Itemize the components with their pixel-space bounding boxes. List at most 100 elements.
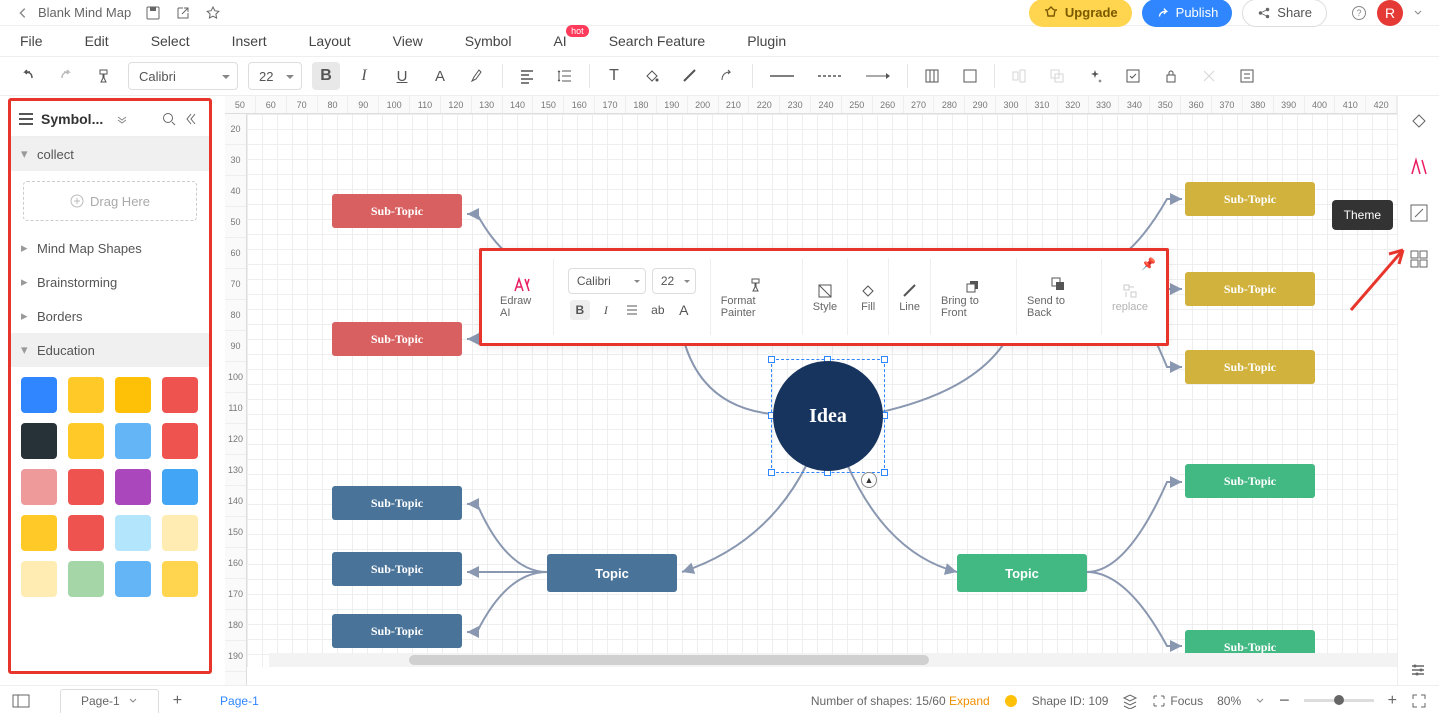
section-mindmap[interactable]: ▸Mind Map Shapes [11,231,209,265]
symbol-item[interactable] [68,423,104,459]
highlight-button[interactable] [464,62,492,90]
ctx-style[interactable]: Style [803,259,848,335]
back-icon[interactable] [16,6,30,20]
subtopic-node[interactable]: Sub-Topic [332,552,462,586]
text-button[interactable]: T [600,62,628,90]
canvas[interactable]: Sub-Topic Sub-Topic Sub-Topic Sub-Topic … [247,114,1397,667]
publish-button[interactable]: Publish [1142,0,1233,27]
menu-file[interactable]: File [20,33,43,49]
menu-ai[interactable]: AIhot [553,33,566,49]
share-button[interactable]: Share [1242,0,1327,27]
settings-icon[interactable] [1409,661,1427,679]
menu-plugin[interactable]: Plugin [747,33,786,49]
symbol-item[interactable] [21,515,57,551]
edit-panel-icon[interactable] [1408,202,1430,224]
effects-button[interactable] [1081,62,1109,90]
arrow-style-button[interactable] [859,62,897,90]
page-setup-button[interactable] [918,62,946,90]
ctx-fill[interactable]: Fill [848,259,889,335]
symbol-item[interactable] [21,469,57,505]
theme-panel-icon[interactable] [1408,248,1430,270]
section-education[interactable]: ▾Education [11,333,209,367]
topic-node[interactable]: Topic [957,554,1087,592]
subtopic-node[interactable]: Sub-Topic [1185,350,1315,384]
ctx-font-select[interactable]: Calibri [568,268,646,294]
symbol-item[interactable] [68,561,104,597]
ai-panel-icon[interactable] [1408,156,1430,178]
star-icon[interactable] [205,5,221,21]
symbol-item[interactable] [162,423,198,459]
outline-icon[interactable] [12,694,30,708]
ctx-align-button[interactable] [622,300,642,320]
open-external-icon[interactable] [175,5,191,21]
save-icon[interactable] [145,5,161,21]
focus-button[interactable]: Focus [1152,694,1203,708]
avatar-menu-icon[interactable] [1413,8,1423,18]
symbol-item[interactable] [115,515,151,551]
ctx-edraw-ai[interactable]: Edraw AI [490,259,554,335]
topic-node[interactable]: Topic [547,554,677,592]
search-icon[interactable] [161,111,177,127]
subtopic-node[interactable]: Sub-Topic [332,322,462,356]
canvas-h-scrollbar[interactable] [269,653,1397,667]
tools-button[interactable] [1195,62,1223,90]
fullscreen-icon[interactable] [1411,693,1427,709]
layers-icon[interactable] [1122,693,1138,709]
section-collect[interactable]: ▾collect [11,137,209,171]
align-objects-button[interactable] [1005,62,1033,90]
group-button[interactable] [1043,62,1071,90]
subtopic-node[interactable]: Sub-Topic [332,614,462,648]
subtopic-node[interactable]: Sub-Topic [332,486,462,520]
symbol-item[interactable] [162,561,198,597]
section-brainstorming[interactable]: ▸Brainstorming [11,265,209,299]
font-size-select[interactable]: 22 [248,62,302,90]
fill-button[interactable] [638,62,666,90]
zoom-level[interactable]: 80% [1217,694,1241,708]
font-select[interactable]: Calibri [128,62,238,90]
page-tab[interactable]: Page-1 [60,689,159,713]
symbol-item[interactable] [21,377,57,413]
redo-button[interactable] [52,62,80,90]
align-left-button[interactable] [513,62,541,90]
connector-button[interactable] [714,62,742,90]
menu-icon[interactable] [19,113,33,125]
help-icon[interactable]: ? [1351,5,1367,21]
ctx-italic-button[interactable]: I [596,300,616,320]
ctx-send-back[interactable]: Send to Back [1017,259,1102,335]
check-button[interactable] [1119,62,1147,90]
warn-icon[interactable] [1004,694,1018,708]
ctx-replace[interactable]: replace [1102,259,1158,335]
menu-layout[interactable]: Layout [309,33,351,49]
upgrade-button[interactable]: Upgrade [1029,0,1132,27]
subtopic-node[interactable]: Sub-Topic [1185,464,1315,498]
chevron-down-icon[interactable] [115,112,129,126]
zoom-slider[interactable] [1304,699,1374,702]
ctx-fontcolor-button[interactable]: A [674,300,694,320]
ctx-format-painter[interactable]: Format Painter [711,259,803,335]
ctx-strike-button[interactable]: ab [648,300,668,320]
user-avatar[interactable]: R [1377,0,1403,26]
symbol-item[interactable] [21,423,57,459]
line-weight-button[interactable] [763,62,801,90]
line-dash-button[interactable] [811,62,849,90]
collapse-panel-icon[interactable] [185,111,201,127]
ctx-bring-front[interactable]: Bring to Front [931,259,1017,335]
symbol-item[interactable] [68,515,104,551]
format-painter-button[interactable] [90,62,118,90]
more-button[interactable] [1233,62,1261,90]
underline-button[interactable]: U [388,62,416,90]
symbol-item[interactable] [115,423,151,459]
ctx-line[interactable]: Line [889,259,931,335]
line-style-button[interactable] [676,62,704,90]
zoom-out-button[interactable]: − [1279,690,1290,711]
expand-handle-icon[interactable]: ▲ [861,472,877,488]
subtopic-node[interactable]: Sub-Topic [1185,272,1315,306]
idea-node[interactable]: Idea [773,361,883,471]
font-color-button[interactable]: A [426,62,454,90]
menu-search[interactable]: Search Feature [609,33,706,49]
symbol-item[interactable] [115,561,151,597]
drag-here-dropzone[interactable]: Drag Here [23,181,197,221]
section-borders[interactable]: ▸Borders [11,299,209,333]
symbol-item[interactable] [162,469,198,505]
italic-button[interactable]: I [350,62,378,90]
